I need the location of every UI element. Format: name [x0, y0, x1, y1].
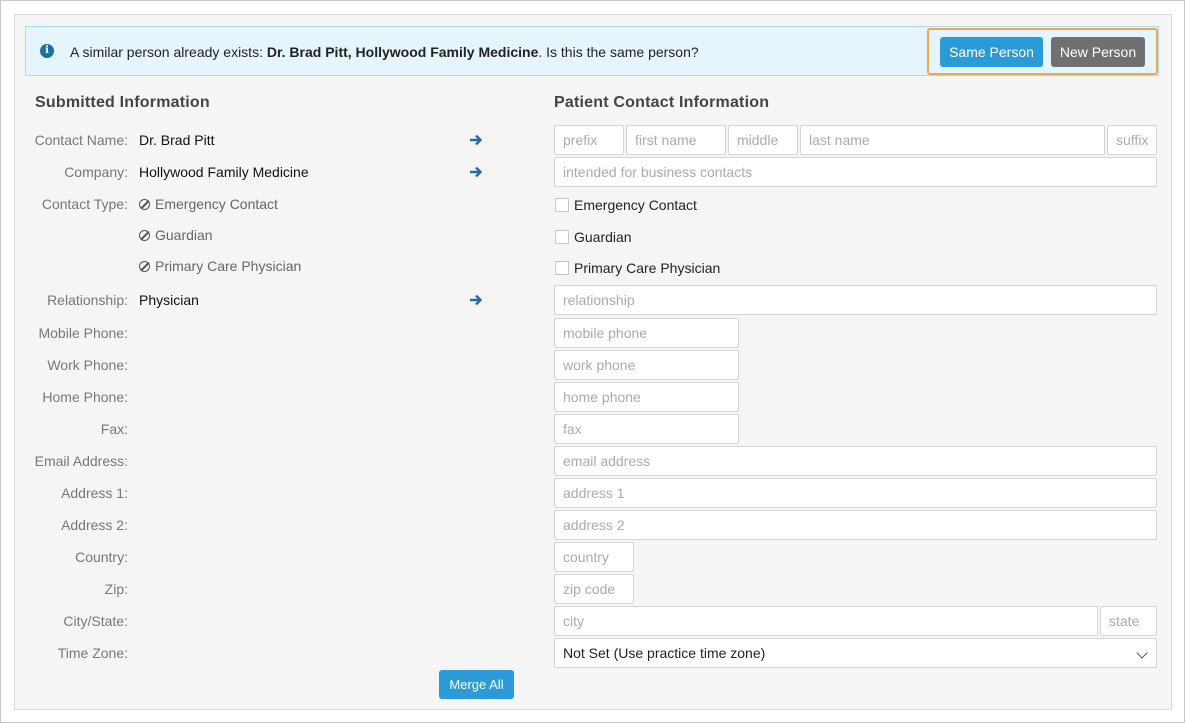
work-phone-input[interactable]: work phone: [554, 350, 739, 380]
mobile-phone-input[interactable]: mobile phone: [554, 318, 739, 348]
last-name-input[interactable]: last name: [800, 125, 1105, 155]
contact-type-item: Emergency Contact: [139, 196, 278, 212]
contact-name-label: Contact Name:: [34, 132, 128, 148]
ban-icon: [139, 199, 150, 210]
emergency-contact-label: Emergency Contact: [574, 197, 697, 213]
address2-label: Address 2:: [61, 517, 128, 533]
middle-name-input[interactable]: middle: [728, 125, 798, 155]
contact-type-item: Primary Care Physician: [139, 258, 301, 274]
alert-prefix: A similar person already exists:: [70, 44, 267, 60]
relationship-label: Relationship:: [47, 292, 128, 308]
work-phone-label: Work Phone:: [47, 357, 128, 373]
copy-relationship-arrow-icon[interactable]: [469, 293, 483, 307]
suffix-input[interactable]: suffix: [1107, 125, 1157, 155]
fax-input[interactable]: fax: [554, 414, 739, 444]
same-person-button[interactable]: Same Person: [940, 37, 1043, 67]
time-zone-value: Not Set (Use practice time zone): [563, 645, 766, 661]
mobile-phone-label: Mobile Phone:: [38, 325, 128, 341]
company-label: Company:: [64, 164, 128, 180]
alert-message: A similar person already exists: Dr. Bra…: [70, 44, 699, 60]
contact-type-label: Contact Type:: [41, 196, 128, 212]
first-name-input[interactable]: first name: [626, 125, 726, 155]
patient-contact-title: Patient Contact Information: [554, 94, 770, 111]
info-icon: i: [40, 44, 54, 58]
address1-label: Address 1:: [61, 485, 128, 501]
submitted-info-title: Submitted Information: [35, 94, 210, 111]
company-input[interactable]: intended for business contacts: [554, 157, 1157, 187]
ban-icon: [139, 261, 150, 272]
home-phone-input[interactable]: home phone: [554, 382, 739, 412]
copy-company-arrow-icon[interactable]: [469, 165, 483, 179]
zip-label: Zip:: [104, 581, 128, 597]
time-zone-select[interactable]: Not Set (Use practice time zone): [554, 638, 1157, 668]
contact-type-text: Emergency Contact: [155, 196, 278, 212]
address2-input[interactable]: address 2: [554, 510, 1157, 540]
country-label: Country:: [75, 549, 128, 565]
relationship-value: Physician: [139, 292, 199, 308]
relationship-input[interactable]: relationship: [554, 285, 1157, 315]
country-input[interactable]: country: [554, 542, 634, 572]
copy-contact-name-arrow-icon[interactable]: [469, 133, 483, 147]
contact-type-text: Guardian: [155, 227, 213, 243]
contact-type-text: Primary Care Physician: [155, 258, 302, 274]
email-label: Email Address:: [34, 453, 128, 469]
guardian-checkbox[interactable]: [555, 230, 569, 244]
company-value: Hollywood Family Medicine: [139, 164, 309, 180]
primary-care-physician-label: Primary Care Physician: [574, 260, 721, 276]
ban-icon: [139, 230, 150, 241]
alert-suffix: . Is this the same person?: [538, 44, 699, 60]
address1-input[interactable]: address 1: [554, 478, 1157, 508]
merge-all-button[interactable]: Merge All: [439, 670, 514, 699]
contact-type-item: Guardian: [139, 227, 213, 243]
alert-match-name: Dr. Brad Pitt, Hollywood Family Medicine: [266, 44, 539, 60]
city-state-label: City/State:: [63, 613, 128, 629]
chevron-down-icon: [1136, 647, 1148, 659]
new-person-button[interactable]: New Person: [1051, 37, 1145, 67]
emergency-contact-checkbox[interactable]: [555, 198, 569, 212]
contact-name-value: Dr. Brad Pitt: [139, 132, 215, 148]
home-phone-label: Home Phone:: [42, 389, 128, 405]
email-input[interactable]: email address: [554, 446, 1157, 476]
city-input[interactable]: city: [554, 606, 1098, 636]
guardian-label: Guardian: [574, 229, 632, 245]
zip-input[interactable]: zip code: [554, 574, 634, 604]
fax-label: Fax:: [100, 421, 128, 437]
state-input[interactable]: state: [1100, 606, 1157, 636]
primary-care-physician-checkbox[interactable]: [555, 261, 569, 275]
prefix-input[interactable]: prefix: [554, 125, 624, 155]
time-zone-label: Time Zone:: [57, 645, 128, 661]
